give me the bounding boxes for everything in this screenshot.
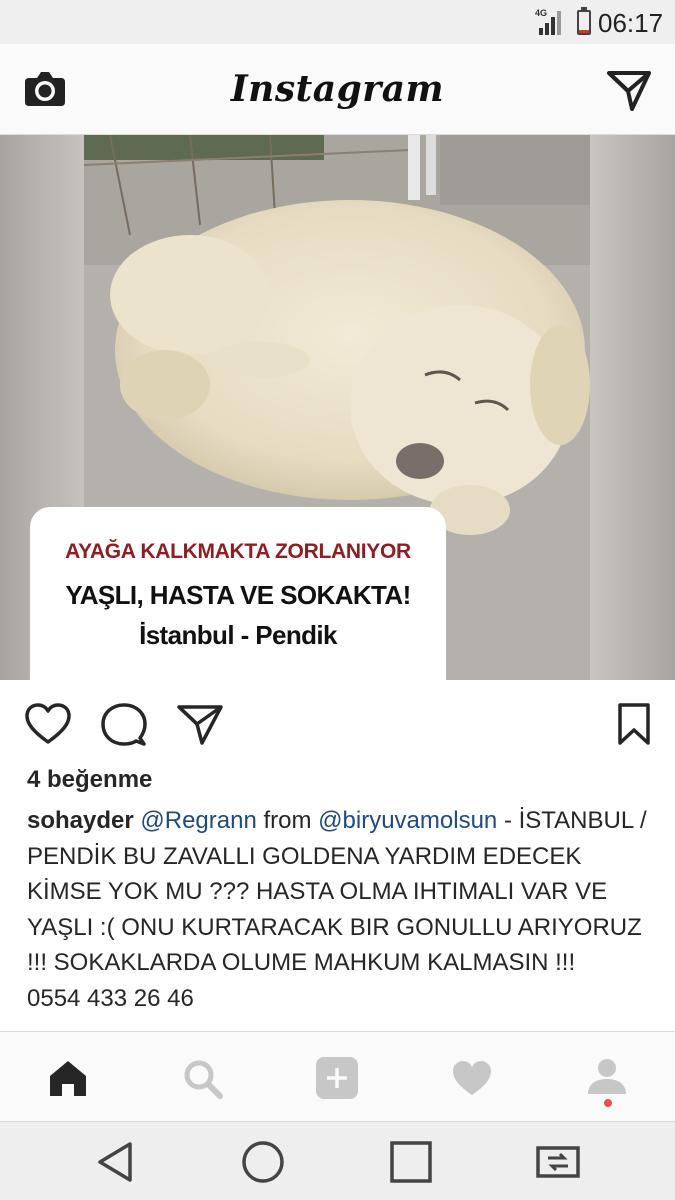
home-icon[interactable] <box>46 1056 90 1100</box>
image-text-line-3: İstanbul - Pendik <box>139 620 337 650</box>
caption-phone: 0554 433 26 46 <box>27 984 194 1012</box>
caption-from: from <box>256 807 319 834</box>
caption-username[interactable]: sohayder <box>27 807 134 834</box>
bookmark-icon[interactable] <box>610 702 658 746</box>
activity-heart-icon[interactable] <box>450 1056 494 1100</box>
image-text-line-2: YAŞLI, HASTA VE SOKAKTA! <box>65 580 411 610</box>
post-caption: sohayder @Regrann from @biryuvamolsun - … <box>27 803 652 1031</box>
notification-dot <box>604 1099 612 1107</box>
status-bar: 4G 06:17 <box>0 0 675 44</box>
clock: 06:17 <box>598 8 664 38</box>
signal-icon <box>539 11 561 35</box>
caption-mention-regrann[interactable]: @Regrann <box>140 807 256 834</box>
app-header: Instagram <box>0 44 675 135</box>
back-icon[interactable] <box>92 1138 140 1186</box>
caption-mention-biryuvamolsun[interactable]: @biryuvamolsun <box>318 807 497 834</box>
comment-icon[interactable] <box>100 702 148 746</box>
direct-message-icon[interactable] <box>606 69 652 111</box>
home-circle-icon[interactable] <box>239 1138 287 1186</box>
share-icon[interactable] <box>176 702 224 746</box>
image-caption-card: AYAĞA KALKMAKTA ZORLANIYOR YAŞLI, HASTA … <box>30 507 446 680</box>
battery-level <box>579 30 589 33</box>
heart-icon[interactable] <box>24 702 72 746</box>
screen-cast-icon[interactable] <box>534 1138 582 1186</box>
profile-icon[interactable] <box>585 1056 629 1100</box>
system-nav-bar <box>0 1121 675 1200</box>
add-post-icon[interactable] <box>315 1056 359 1100</box>
image-text-line-1: AYAĞA KALKMAKTA ZORLANIYOR <box>65 540 411 563</box>
post-action-bar <box>0 680 675 764</box>
recents-icon[interactable] <box>387 1138 435 1186</box>
likes-count[interactable]: 4 beğenme <box>27 766 152 794</box>
battery-icon <box>577 10 591 35</box>
search-icon[interactable] <box>180 1056 224 1100</box>
instagram-logo: Instagram <box>230 68 445 110</box>
post-image[interactable]: AYAĞA KALKMAKTA ZORLANIYOR YAŞLI, HASTA … <box>0 135 675 680</box>
bottom-tab-bar <box>0 1031 675 1121</box>
